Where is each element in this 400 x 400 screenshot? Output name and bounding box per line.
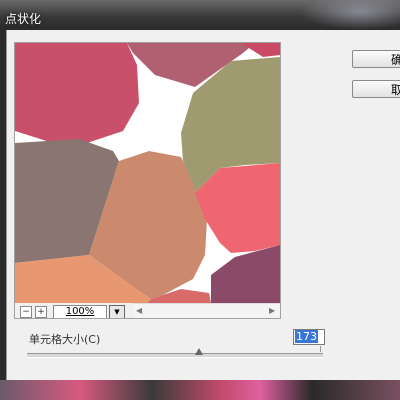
vertical-scrollbar[interactable]: ▲ ▼ <box>280 43 281 303</box>
zoom-dropdown-icon[interactable]: ▼ <box>109 305 125 318</box>
cell-size-label: 单元格大小(C) <box>29 333 101 346</box>
title-glow <box>300 0 400 30</box>
pointillize-dialog: ▲ ▼ − + 100% ▼ ◀ ▶ 确 取 单元格大小(C) 173 <box>6 30 400 380</box>
background-canvas-strip <box>0 380 400 400</box>
scroll-right-icon[interactable]: ▶ <box>269 307 275 315</box>
zoom-bar: − + 100% ▼ <box>15 303 133 318</box>
scroll-left-icon[interactable]: ◀ <box>136 307 142 315</box>
preview-cell <box>15 43 139 143</box>
preview-pane[interactable]: ▲ ▼ − + 100% ▼ ◀ ▶ <box>14 42 281 319</box>
preview-image <box>15 43 280 303</box>
cell-size-input[interactable]: 173 <box>293 329 325 345</box>
ok-button[interactable]: 确 <box>352 50 400 68</box>
title-bar[interactable]: 点状化 <box>0 0 400 30</box>
zoom-in-button[interactable]: + <box>35 306 47 318</box>
cancel-button[interactable]: 取 <box>352 80 400 98</box>
cell-size-slider-thumb[interactable] <box>194 348 203 355</box>
horizontal-scrollbar[interactable]: ◀ ▶ <box>133 303 280 318</box>
slider-end-tick <box>320 346 321 352</box>
window-title: 点状化 <box>5 12 42 26</box>
zoom-out-button[interactable]: − <box>20 306 32 318</box>
cell-size-slider[interactable] <box>27 353 323 358</box>
scroll-corner <box>280 303 281 318</box>
cell-size-value: 173 <box>295 330 318 343</box>
zoom-level-field[interactable]: 100% <box>53 305 107 318</box>
